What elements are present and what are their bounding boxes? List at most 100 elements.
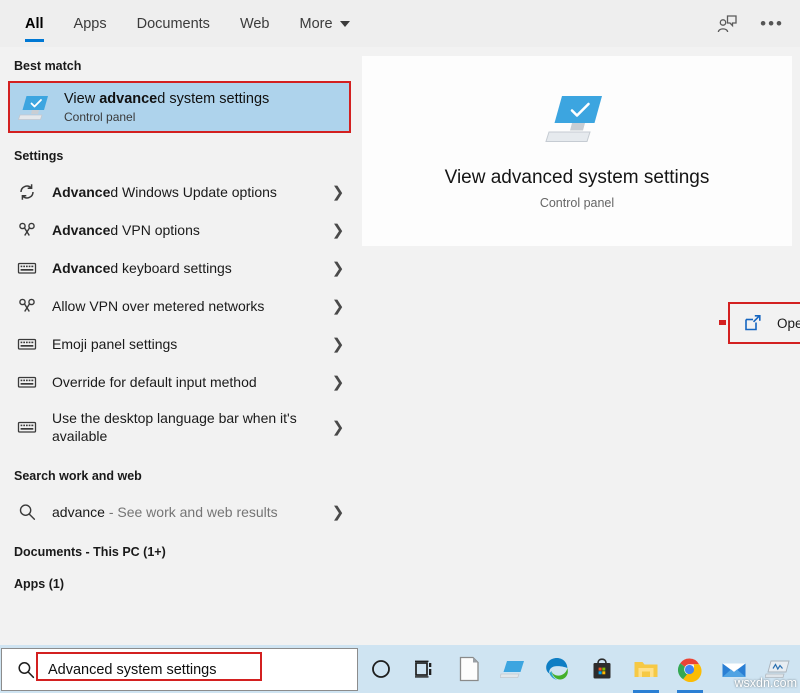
tab-web-label: Web xyxy=(240,16,270,32)
chevron-right-icon[interactable]: ❯ xyxy=(331,259,345,277)
taskbar-bar: Advanced system settings xyxy=(0,645,800,693)
keyboard-icon xyxy=(16,257,38,279)
microsoft-store-icon[interactable] xyxy=(579,645,623,693)
list-item-advanced-windows-update-options[interactable]: Advanced Windows Update options ❯ xyxy=(0,173,359,211)
search-work-web-heading: Search work and web xyxy=(0,453,359,491)
open-external-icon xyxy=(743,313,763,333)
chevron-right-icon[interactable]: ❯ xyxy=(331,183,345,201)
search-header: All Apps Documents Web More xyxy=(0,0,800,47)
preview-card: View advanced system settings Control pa… xyxy=(362,56,792,246)
keyboard-icon xyxy=(16,416,38,438)
best-match-text: View advanced system settings Control pa… xyxy=(64,90,269,124)
rest-text: d Windows Update options xyxy=(110,184,277,200)
cortana-icon[interactable] xyxy=(359,645,403,693)
open-button[interactable]: Open xyxy=(733,307,800,339)
chevron-right-icon[interactable]: ❯ xyxy=(331,418,345,436)
search-input-value: Advanced system settings xyxy=(48,662,216,678)
settings-list: Advanced Windows Update options ❯ Advanc… xyxy=(0,173,359,453)
search-input[interactable]: Advanced system settings xyxy=(1,648,358,691)
best-match-container: View advanced system settings Control pa… xyxy=(0,81,359,133)
best-match-heading: Best match xyxy=(0,47,359,81)
results-list: Best match View advanced system settings… xyxy=(0,47,359,645)
vpn-icon xyxy=(16,295,38,317)
chevron-right-icon[interactable]: ❯ xyxy=(331,221,345,239)
list-item-emoji-panel-settings[interactable]: Emoji panel settings ❯ xyxy=(0,325,359,363)
match-text: Advance xyxy=(52,260,110,276)
task-view-icon[interactable] xyxy=(403,645,447,693)
chevron-right-icon[interactable]: ❯ xyxy=(331,373,345,391)
list-item-label: Emoji panel settings xyxy=(52,335,331,353)
annotation-tick xyxy=(719,320,726,325)
best-match-subtitle: Control panel xyxy=(64,110,269,124)
list-item-label: Override for default input method xyxy=(52,373,331,391)
tab-all-label: All xyxy=(25,16,44,32)
person-feedback-icon[interactable] xyxy=(714,11,740,37)
chevron-right-icon[interactable]: ❯ xyxy=(331,335,345,353)
web-query-text: advance xyxy=(52,504,105,520)
preview-title: View advanced system settings xyxy=(445,167,710,189)
preview-pane: View advanced system settings Control pa… xyxy=(359,47,800,645)
tab-more[interactable]: More xyxy=(285,0,365,47)
list-item-label: Advanced keyboard settings xyxy=(52,259,331,277)
remote-desktop-icon[interactable] xyxy=(491,645,535,693)
match-text: Advance xyxy=(52,222,110,238)
tab-web[interactable]: Web xyxy=(225,0,285,47)
monitor-check-icon xyxy=(545,93,609,149)
list-item-use-the-desktop-language-bar[interactable]: Use the desktop language bar when it's a… xyxy=(0,401,359,453)
match-text: Advance xyxy=(52,184,110,200)
tab-apps-label: Apps xyxy=(74,16,107,32)
watermark: wsxdn.com xyxy=(734,676,797,690)
more-options-icon[interactable]: ••• xyxy=(760,15,784,32)
rest-text: Emoji panel settings xyxy=(52,336,177,352)
chevron-right-icon[interactable]: ❯ xyxy=(331,297,345,315)
tab-more-label: More xyxy=(300,16,333,32)
tab-documents[interactable]: Documents xyxy=(122,0,225,47)
list-item-label: Advanced Windows Update options xyxy=(52,183,331,201)
list-item-override-for-default-input-method[interactable]: Override for default input method ❯ xyxy=(0,363,359,401)
monitor-check-icon xyxy=(18,90,52,124)
rest-text: d VPN options xyxy=(110,222,200,238)
category-documents-this-pc[interactable]: Documents - This PC (1+) xyxy=(0,531,359,563)
search-input-container: Advanced system settings xyxy=(0,645,359,693)
search-icon xyxy=(16,501,38,523)
list-item-label: Advanced VPN options xyxy=(52,221,331,239)
search-tabs: All Apps Documents Web More xyxy=(0,0,365,47)
list-item-web-search[interactable]: advance - See work and web results ❯ xyxy=(0,493,359,531)
rest-text: Override for default input method xyxy=(52,374,257,390)
list-item-label: advance - See work and web results xyxy=(52,503,331,521)
libreoffice-icon[interactable] xyxy=(447,645,491,693)
chevron-down-icon xyxy=(340,21,350,27)
best-match-title-highlight: advance xyxy=(99,91,157,107)
open-action-container: Open xyxy=(719,294,800,352)
best-match-result[interactable]: View advanced system settings Control pa… xyxy=(8,81,351,133)
list-item-allow-vpn-over-metered-networks[interactable]: Allow VPN over metered networks ❯ xyxy=(0,287,359,325)
header-actions: ••• xyxy=(714,0,800,47)
chevron-right-icon[interactable]: ❯ xyxy=(331,503,345,521)
web-results-list: advance - See work and web results ❯ xyxy=(0,493,359,531)
list-item-label: Use the desktop language bar when it's a… xyxy=(52,409,331,446)
category-apps[interactable]: Apps (1) xyxy=(0,563,359,595)
keyboard-icon xyxy=(16,333,38,355)
open-button-label: Open xyxy=(777,316,800,331)
tab-apps[interactable]: Apps xyxy=(59,0,122,47)
edge-icon[interactable] xyxy=(535,645,579,693)
file-explorer-icon[interactable] xyxy=(624,645,668,693)
chrome-icon[interactable] xyxy=(668,645,712,693)
settings-heading: Settings xyxy=(0,133,359,171)
list-item-label: Allow VPN over metered networks xyxy=(52,297,331,315)
best-match-title-prefix: View xyxy=(64,91,99,107)
tab-documents-label: Documents xyxy=(137,16,210,32)
preview-subtitle: Control panel xyxy=(540,196,614,210)
list-item-advanced-vpn-options[interactable]: Advanced VPN options ❯ xyxy=(0,211,359,249)
rest-text: Use the desktop language bar when it's a… xyxy=(52,410,297,444)
search-icon xyxy=(16,660,36,680)
best-match-title-suffix: d system settings xyxy=(157,91,269,107)
rest-text: d keyboard settings xyxy=(110,260,231,276)
sync-icon xyxy=(16,181,38,203)
web-suffix-text: - See work and web results xyxy=(105,504,278,520)
rest-text: Allow VPN over metered networks xyxy=(52,298,264,314)
list-item-advanced-keyboard-settings[interactable]: Advanced keyboard settings ❯ xyxy=(0,249,359,287)
tab-all[interactable]: All xyxy=(10,0,59,47)
keyboard-icon xyxy=(16,371,38,393)
best-match-title: View advanced system settings xyxy=(64,90,269,108)
